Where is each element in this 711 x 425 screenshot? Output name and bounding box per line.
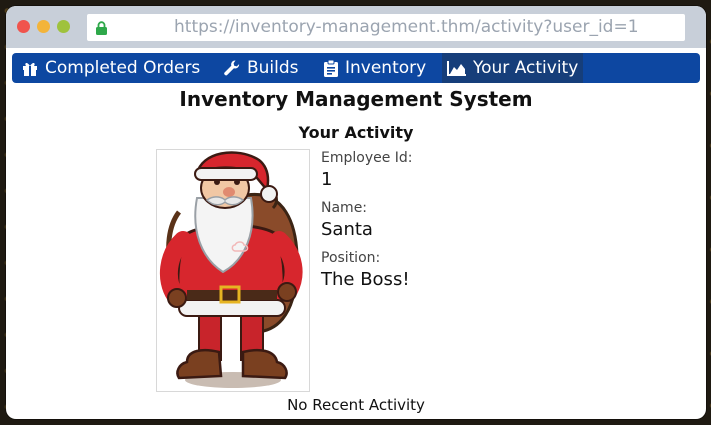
main-navbar: Completed Orders Builds Inventory Your A… <box>12 53 700 83</box>
minimize-window-button[interactable] <box>37 20 50 33</box>
browser-titlebar: https://inventory-management.thm/activit… <box>6 6 706 48</box>
lock-icon <box>96 21 107 35</box>
url-text: https://inventory-management.thm/activit… <box>174 17 639 37</box>
nav-label: Completed Orders <box>45 58 201 78</box>
position-label: Position: <box>321 250 381 266</box>
name-label: Name: <box>321 200 368 216</box>
clipboard-icon <box>324 59 338 77</box>
maximize-window-button[interactable] <box>57 20 70 33</box>
close-window-button[interactable] <box>17 20 30 33</box>
employee-id-value: 1 <box>321 169 333 190</box>
area-chart-icon <box>447 61 466 76</box>
activity-empty-message: No Recent Activity <box>287 396 425 414</box>
nav-inventory[interactable]: Inventory <box>318 53 431 83</box>
wrench-icon <box>224 60 240 76</box>
employee-id-label: Employee Id: <box>321 150 413 166</box>
address-bar[interactable]: https://inventory-management.thm/activit… <box>87 14 685 41</box>
nav-label: Your Activity <box>473 58 579 78</box>
page-title: Inventory Management System <box>179 87 533 111</box>
browser-window: https://inventory-management.thm/activit… <box>6 6 706 419</box>
santa-illustration <box>159 151 303 388</box>
nav-label: Builds <box>247 58 299 78</box>
nav-your-activity[interactable]: Your Activity <box>442 53 584 83</box>
position-value: The Boss! <box>321 269 410 290</box>
section-title: Your Activity <box>298 123 414 142</box>
gift-icon <box>23 62 37 76</box>
nav-completed-orders[interactable]: Completed Orders <box>16 53 205 83</box>
nav-builds[interactable]: Builds <box>218 53 304 83</box>
nav-label: Inventory <box>345 58 427 78</box>
employee-avatar <box>156 149 310 392</box>
name-value: Santa <box>321 219 373 240</box>
